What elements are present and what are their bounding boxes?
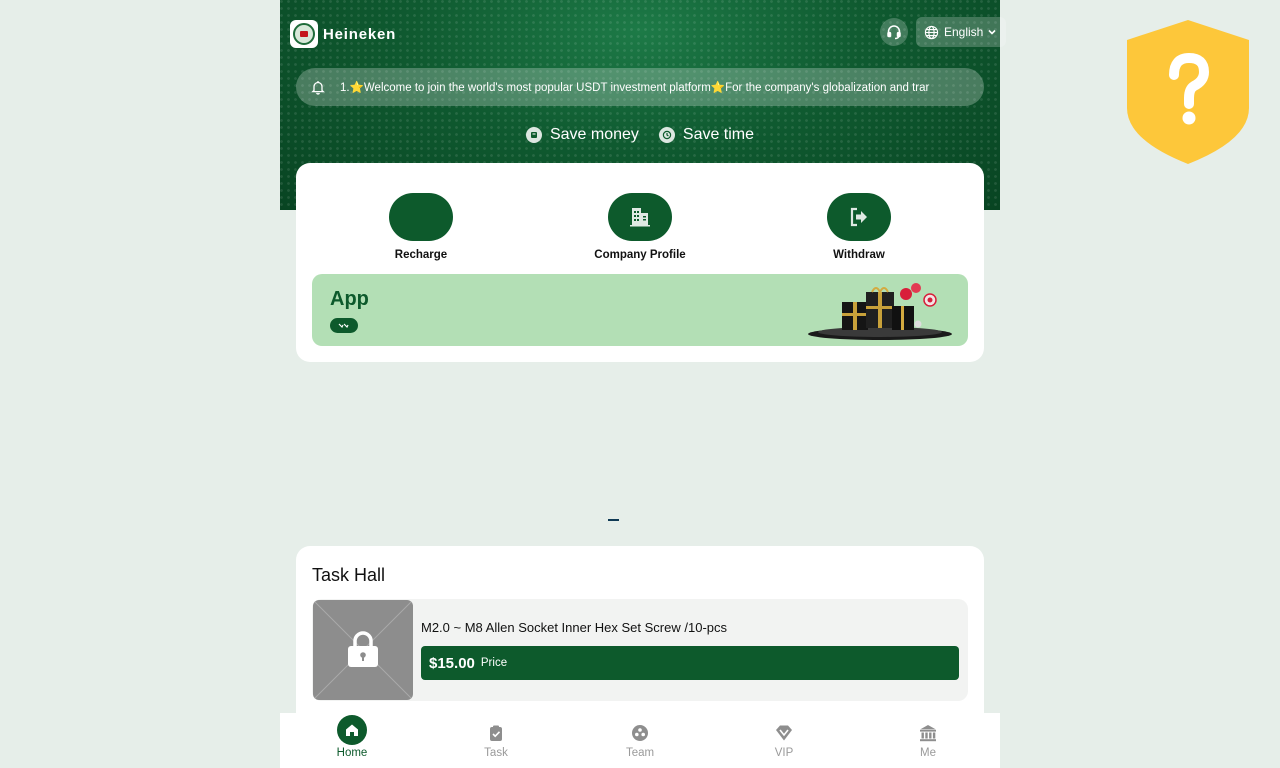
diamond-icon [776,725,792,741]
task-hall-title: Task Hall [312,565,386,585]
task-hall-card: Task Hall M2.0 ~ M8 Allen Socket Inner H… [296,546,984,736]
chevron-down-icon [988,29,996,35]
header: Heineken English [280,0,1006,66]
slogan-save-money: Save money [525,126,639,144]
withdraw-button[interactable]: Withdraw [789,193,929,261]
price-value: $15.00 [429,654,475,672]
brand-logo [290,20,318,48]
quick-actions-card: Recharge Company Profile Withdraw App [296,163,984,362]
price-bar[interactable]: $15.00 Price [421,646,959,680]
language-selector[interactable]: English [916,17,1006,47]
exit-icon [827,193,891,241]
app-banner-title: App [330,288,369,310]
action-label: Withdraw [833,249,885,261]
price-label: Price [480,657,508,669]
bell-icon [311,81,325,95]
tab-home[interactable]: Home [280,713,424,768]
help-shield-icon[interactable] [1127,20,1249,164]
clipboard-icon [490,725,502,741]
gift-boxes-image [808,283,952,340]
bottom-tab-bar: Home Task Team VIP Me [280,713,1000,768]
tab-task[interactable]: Task [424,713,568,768]
bank-icon [920,725,936,742]
language-label: English [944,25,984,39]
globe-icon [924,25,939,39]
logo-emblem [293,23,315,45]
piggy-icon [525,127,542,143]
action-label: Company Profile [594,249,686,261]
home-icon [337,715,367,745]
tab-vip[interactable]: VIP [712,713,856,768]
product-thumbnail [313,600,413,700]
notice-text: 1.⭐Welcome to join the world's most popu… [340,82,930,94]
clock-icon [658,127,675,143]
company-profile-button[interactable]: Company Profile [570,193,710,261]
tab-label: Me [920,747,936,759]
slogan-label: Save time [682,126,755,143]
slogans: Save money Save time [280,122,1000,148]
tab-label: Team [625,747,655,759]
slogan-save-time: Save time [658,126,755,144]
download-icon[interactable] [330,318,358,333]
tab-me[interactable]: Me [856,713,1000,768]
wallet-icon [389,193,453,241]
brand-name: Heineken [323,26,397,43]
action-label: Recharge [394,249,448,261]
slogan-label: Save money [549,126,639,143]
task-item[interactable]: M2.0 ~ M8 Allen Socket Inner Hex Set Scr… [312,599,968,701]
recharge-button[interactable]: Recharge [351,193,491,261]
app-download-banner[interactable]: App [312,274,968,346]
tab-team[interactable]: Team [568,713,712,768]
product-name: M2.0 ~ M8 Allen Socket Inner Hex Set Scr… [421,620,728,635]
tab-label: VIP [774,747,794,759]
team-icon [632,725,648,741]
building-icon [608,193,672,241]
notice-bar[interactable]: 1.⭐Welcome to join the world's most popu… [296,68,984,106]
lock-icon [348,631,378,667]
tab-label: Task [484,747,508,759]
headset-icon[interactable] [880,18,908,46]
tab-label: Home [336,747,368,759]
divider-dash [608,519,619,521]
